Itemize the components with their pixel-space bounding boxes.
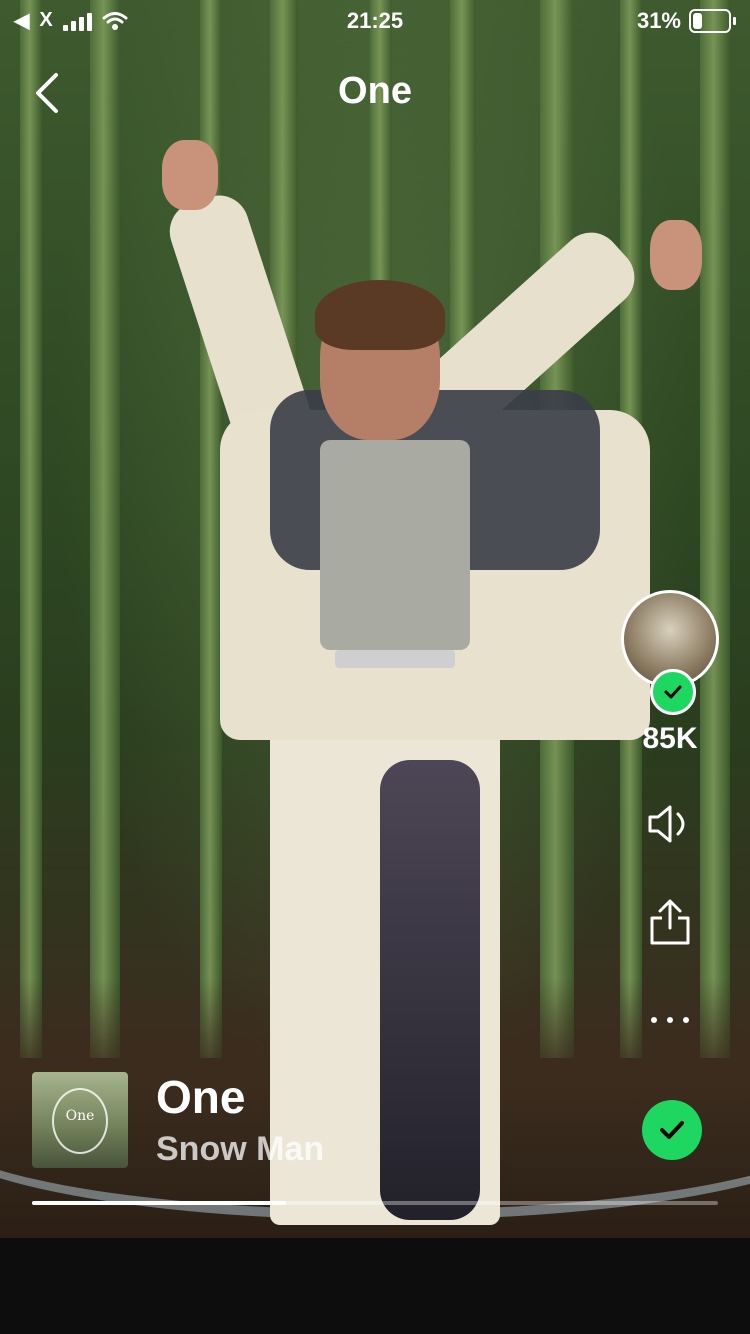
belt	[335, 650, 455, 668]
right-hand	[650, 220, 702, 290]
status-bar: ◀ X 21:25 31%	[0, 0, 750, 40]
check-icon	[660, 1121, 684, 1139]
artist-avatar[interactable]	[621, 590, 719, 715]
battery-cap	[733, 17, 736, 25]
check-icon	[664, 685, 682, 699]
battery-level	[693, 13, 702, 29]
bamboo-stalk	[20, 0, 42, 1058]
share-button[interactable]	[640, 892, 700, 952]
battery-percent: 31%	[636, 8, 681, 33]
hair	[315, 280, 445, 350]
more-dots-icon	[651, 1017, 689, 1023]
more-button[interactable]	[640, 990, 700, 1050]
share-icon	[650, 899, 690, 945]
page-title: One	[338, 70, 412, 112]
saved-button[interactable]	[642, 1100, 702, 1160]
volume-button[interactable]	[640, 794, 700, 854]
playback-progress-fill	[32, 1201, 286, 1205]
left-hand	[162, 140, 218, 210]
bamboo-stalk	[90, 0, 120, 1058]
battery-icon	[689, 9, 731, 33]
side-actions: 85K	[620, 590, 720, 1050]
album-cover[interactable]: One	[32, 1072, 128, 1168]
cover-title: One	[65, 1108, 95, 1124]
playback-progress-bar[interactable]	[32, 1201, 718, 1205]
track-title[interactable]: One	[156, 1070, 245, 1124]
follow-check-button[interactable]	[650, 669, 696, 715]
shirt	[320, 440, 470, 650]
speaker-icon	[648, 805, 685, 843]
track-info[interactable]: One One Snow Man	[32, 1070, 722, 1170]
like-count: 85K	[642, 722, 698, 755]
status-right: 31%	[637, 8, 736, 34]
header: One	[0, 60, 750, 130]
track-artist[interactable]: Snow Man	[156, 1130, 324, 1169]
